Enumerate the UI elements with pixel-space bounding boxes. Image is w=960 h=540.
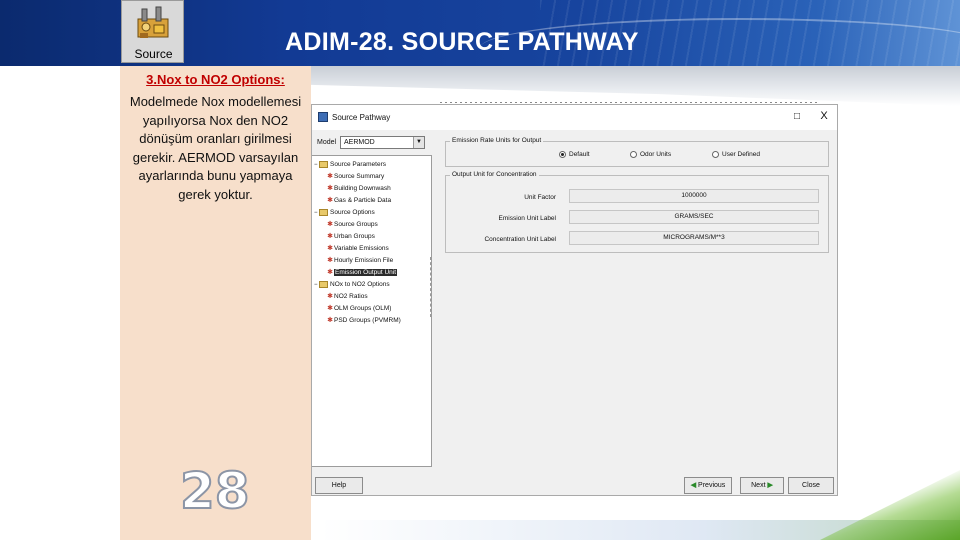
emission-unit-label-label: Emission Unit Label [498, 215, 556, 222]
radio-icon[interactable] [712, 151, 719, 158]
corner-decoration [820, 470, 960, 540]
pathway-tree: − Source Parameters ✱Source Summary ✱Buil… [312, 155, 432, 467]
header-shadow-wedge [200, 66, 960, 106]
emission-unit-label-field[interactable]: GRAMS/SEC [569, 210, 819, 224]
divider [440, 102, 820, 103]
note-heading: 3.Nox to NO2 Options: [146, 72, 285, 87]
source-tile: Source [121, 0, 184, 63]
concentration-unit-label-label: Concentration Unit Label [484, 236, 556, 243]
unit-factor-field[interactable]: 1000000 [569, 189, 819, 203]
bullet-icon: ✱ [327, 269, 333, 276]
emission-units-group: Emission Rate Units for Output Default O… [445, 137, 829, 167]
radio-odor-units[interactable]: Odor Units [630, 151, 671, 158]
radio-icon[interactable] [630, 151, 637, 158]
radio-user-defined[interactable]: User Defined [712, 151, 760, 158]
folder-icon [319, 160, 328, 168]
bullet-icon: ✱ [327, 173, 333, 180]
note-body: Modelmede Nox modellemesi yapılıyorsa No… [129, 94, 302, 202]
tree-item-variable-emissions[interactable]: ✱Variable Emissions [326, 243, 389, 254]
next-button[interactable]: Next ▶ [740, 477, 784, 494]
tree-folder-nox-to-no2-options[interactable]: − NOx to NO2 Options [314, 279, 390, 290]
previous-button[interactable]: ◀ Previous [684, 477, 732, 494]
close-button[interactable]: Close [788, 477, 834, 494]
unit-factor-label: Unit Factor [524, 194, 556, 201]
bullet-icon: ✱ [327, 221, 333, 228]
tree-folder-source-options[interactable]: − Source Options [314, 207, 375, 218]
concentration-unit-label-field[interactable]: MICROGRAMS/M**3 [569, 231, 819, 245]
tree-item-urban-groups[interactable]: ✱Urban Groups [326, 231, 375, 242]
tree-item-building-downwash[interactable]: ✱Building Downwash [326, 183, 391, 194]
model-label: Model [317, 139, 337, 146]
tree-scrollbar[interactable] [430, 257, 436, 317]
bullet-icon: ✱ [327, 317, 333, 324]
page-title: ADIM-28. SOURCE PATHWAY [285, 28, 639, 56]
tree-item-source-groups[interactable]: ✱Source Groups [326, 219, 378, 230]
concentration-unit-group-title: Output Unit for Concentration [450, 171, 539, 178]
tree-item-hourly-emission-file[interactable]: ✱Hourly Emission File [326, 255, 393, 266]
folder-icon [319, 280, 328, 288]
slide-number: 28 [179, 461, 251, 521]
bullet-icon: ✱ [327, 245, 333, 252]
concentration-unit-group: Output Unit for Concentration Unit Facto… [445, 171, 829, 253]
chevron-down-icon[interactable]: ▼ [413, 137, 424, 148]
source-tile-label: Source [134, 47, 173, 61]
maximize-button[interactable]: □ [790, 111, 804, 125]
dialog-titlebar[interactable]: Source Pathway □ X [312, 105, 837, 130]
tree-item-emission-output-unit[interactable]: ✱ Emission Output Unit [326, 267, 398, 278]
arrow-right-icon: ▶ [767, 482, 773, 489]
source-pathway-dialog: Source Pathway □ X Model AERMOD ▼ − Sourc… [311, 104, 838, 496]
tree-item-gas-particle-data[interactable]: ✱Gas & Particle Data [326, 195, 391, 206]
bullet-icon: ✱ [327, 293, 333, 300]
tree-item-no2-ratios[interactable]: ✱NO2 Ratios [326, 291, 368, 302]
bullet-icon: ✱ [327, 233, 333, 240]
app-icon [318, 112, 328, 122]
arrow-left-icon: ◀ [690, 482, 697, 489]
emission-units-group-title: Emission Rate Units for Output [450, 137, 544, 144]
bullet-icon: ✱ [327, 257, 333, 264]
model-select[interactable]: AERMOD ▼ [340, 136, 425, 149]
window-close-button[interactable]: X [817, 110, 831, 124]
dialog-title: Source Pathway [332, 113, 391, 122]
bullet-icon: ✱ [327, 185, 333, 192]
bullet-icon: ✱ [327, 305, 333, 312]
radio-default[interactable]: Default [559, 151, 590, 158]
radio-icon[interactable] [559, 151, 566, 158]
help-button[interactable]: Help [315, 477, 363, 494]
tree-item-source-summary[interactable]: ✱Source Summary [326, 171, 384, 182]
model-select-value: AERMOD [344, 139, 375, 146]
tree-item-olm-groups[interactable]: ✱OLM Groups (OLM) [326, 303, 391, 314]
bullet-icon: ✱ [327, 197, 333, 204]
source-factory-icon [137, 6, 169, 38]
tree-folder-source-parameters[interactable]: − Source Parameters [314, 159, 386, 170]
tree-item-psd-groups[interactable]: ✱PSD Groups (PVMRM) [326, 315, 401, 326]
folder-icon [319, 208, 328, 216]
